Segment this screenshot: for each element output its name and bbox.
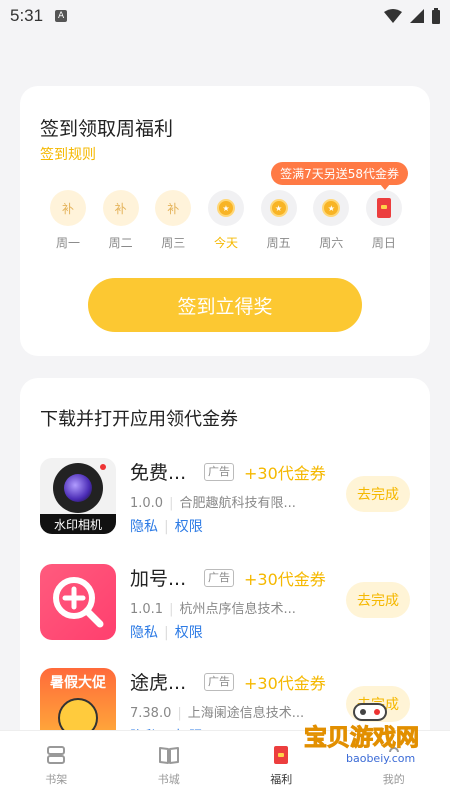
- app-name: 途虎...: [130, 672, 187, 694]
- app-row[interactable]: 加号... 广告 +30代金券 1.0.1 | 杭州点序信息技术... 隐私 | 权限 …: [40, 564, 410, 644]
- coin-star-icon: ★: [269, 199, 288, 217]
- tab-bookshelf[interactable]: 书架: [0, 731, 113, 800]
- app-developer: 上海阑途信息技术...: [187, 706, 305, 721]
- status-bar: 5:31 A: [0, 0, 450, 32]
- day-item[interactable]: 周日: [364, 190, 404, 251]
- complete-task-button[interactable]: 去完成: [346, 582, 410, 618]
- status-time: 5:31: [10, 6, 44, 25]
- app-meta: 1.0.0 | 合肥趣航科技有限...: [130, 496, 296, 511]
- battery-icon: [432, 8, 440, 24]
- day-item[interactable]: 补 周二: [101, 190, 141, 251]
- app-version: 1.0.1: [130, 602, 164, 617]
- red-packet-icon: [365, 190, 402, 226]
- section-title: 下载并打开应用领代金券: [40, 409, 238, 430]
- app-developer: 杭州点序信息技术...: [179, 602, 296, 617]
- signin-title: 签到领取周福利: [40, 118, 174, 140]
- ad-tag: 广告: [204, 463, 234, 481]
- app-name: 加号...: [130, 568, 187, 590]
- signal-icon: [410, 9, 424, 23]
- bookshelf-icon: [47, 746, 66, 764]
- app-icon-label: 水印相机: [40, 514, 116, 534]
- tab-label: 书架: [45, 773, 68, 786]
- ad-tag: 广告: [204, 569, 234, 587]
- day-label: 周三: [161, 236, 186, 250]
- magnifier-plus-icon: [53, 577, 104, 628]
- reward-text: +30代金券: [244, 570, 326, 589]
- site-watermark: 宝贝游戏网 baobeiy.com: [290, 703, 440, 778]
- coin-icon: ★: [207, 190, 244, 226]
- app-meta: 7.38.0 | 上海阑途信息技术...: [130, 706, 305, 721]
- watermark-title: 宝贝游戏网: [304, 725, 420, 752]
- red-packet-icon: [274, 746, 289, 764]
- coin-icon: ★: [260, 190, 297, 226]
- app-links: 隐私|权限: [130, 625, 203, 641]
- makeup-icon: 补: [102, 190, 139, 226]
- makeup-icon: 补: [155, 190, 192, 226]
- privacy-link[interactable]: 隐私: [130, 625, 158, 641]
- day-label: 周二: [108, 236, 133, 250]
- privacy-link[interactable]: 隐私: [130, 519, 158, 535]
- reward-text: +30代金券: [244, 674, 326, 693]
- wifi-icon: [384, 9, 402, 23]
- day-item[interactable]: ★ 周六: [311, 190, 351, 251]
- day-label: 周日: [371, 236, 396, 250]
- coin-icon: ★: [313, 190, 350, 226]
- app-version: 7.38.0: [130, 706, 172, 721]
- app-version: 1.0.0: [130, 496, 164, 511]
- day-item[interactable]: ★ 周五: [259, 190, 299, 251]
- tab-label: 福利: [270, 773, 293, 786]
- app-developer: 合肥趣航科技有限...: [179, 496, 296, 511]
- day-label: 周五: [266, 236, 291, 250]
- tab-bookstore[interactable]: 书城: [113, 731, 226, 800]
- notification-icon: A: [55, 10, 68, 22]
- makeup-icon: 补: [50, 190, 86, 226]
- plus-zoom-app-icon[interactable]: [40, 564, 116, 640]
- status-icons: [384, 8, 440, 24]
- coin-star-icon: ★: [322, 199, 341, 217]
- tab-label: 书城: [157, 773, 180, 786]
- signin-rules-link[interactable]: 签到规则: [40, 144, 96, 164]
- coin-star-icon: ★: [216, 199, 235, 217]
- signin-card: 签到领取周福利 签到规则 签满7天另送58代金券 补 周一 补 周二 补 周三 …: [20, 86, 430, 356]
- weekday-row: 补 周一 补 周二 补 周三 ★ 今天 ★ 周五 ★ 周六 周日: [48, 190, 404, 251]
- ad-tag: 广告: [204, 673, 234, 691]
- permissions-link[interactable]: 权限: [175, 625, 203, 641]
- day-label: 今天: [213, 236, 238, 250]
- watermark-camera-app-icon[interactable]: 水印相机: [40, 458, 116, 534]
- promo-bubble: 签满7天另送58代金券: [271, 162, 408, 190]
- reward-text: +30代金券: [244, 464, 326, 483]
- day-item[interactable]: 补 周一: [48, 190, 88, 251]
- open-book-icon: [158, 747, 179, 764]
- day-item[interactable]: 补 周三: [153, 190, 193, 251]
- day-label: 周六: [319, 236, 344, 250]
- app-row[interactable]: 水印相机 免费... 广告 +30代金券 1.0.0 | 合肥趣航科技有限... 隐…: [40, 458, 410, 538]
- app-meta: 1.0.1 | 杭州点序信息技术...: [130, 602, 296, 617]
- permissions-link[interactable]: 权限: [175, 519, 203, 535]
- day-label: 周一: [55, 236, 80, 250]
- day-item-today[interactable]: ★ 今天: [206, 190, 246, 251]
- signin-button[interactable]: 签到立得奖: [88, 278, 362, 332]
- app-links: 隐私|权限: [130, 519, 203, 535]
- complete-task-button[interactable]: 去完成: [346, 476, 410, 512]
- app-name: 免费...: [130, 462, 187, 484]
- watermark-url: baobeiy.com: [342, 752, 420, 765]
- app-icon-label: 暑假大促: [50, 675, 106, 691]
